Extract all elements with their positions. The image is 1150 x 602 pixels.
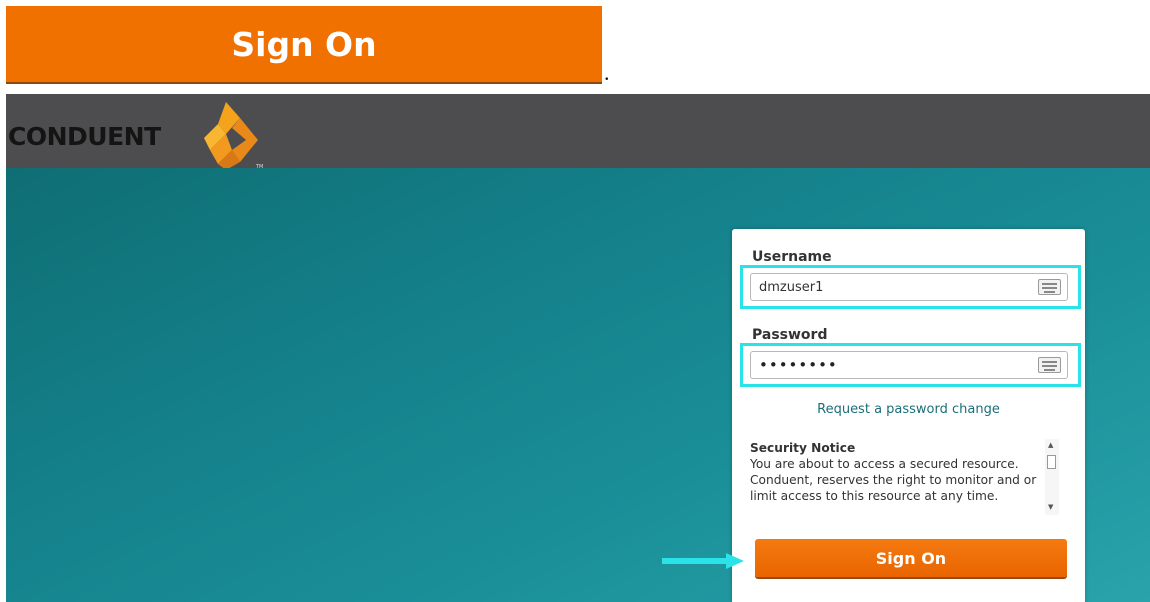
conduent-logo-icon: TM <box>204 102 263 170</box>
password-label: Password <box>752 327 828 343</box>
request-password-change-link[interactable]: Request a password change <box>732 402 1085 417</box>
password-highlight: •••••••• <box>740 343 1081 387</box>
username-value: dmzuser1 <box>759 279 824 295</box>
sign-on-button[interactable]: Sign On <box>755 539 1067 577</box>
scroll-up-icon[interactable]: ▲ <box>1048 441 1053 449</box>
brand-logo-text: CONDUENT <box>8 122 161 151</box>
top-bar: CONDUENT TM <box>6 94 1150 170</box>
security-notice-title: Security Notice <box>750 441 856 455</box>
username-highlight: dmzuser1 <box>740 265 1081 309</box>
keyboard-icon[interactable] <box>1038 357 1061 373</box>
username-input[interactable]: dmzuser1 <box>750 273 1068 301</box>
pointer-arrow-icon <box>662 553 744 569</box>
document-period: . <box>604 60 610 85</box>
security-notice: Security Notice You are about to access … <box>750 440 1050 518</box>
document-fragment: Sign On . <box>0 0 1150 92</box>
login-panel: Username dmzuser1 Password •••••••• Requ… <box>732 229 1085 602</box>
password-value: •••••••• <box>759 356 838 374</box>
scroll-thumb[interactable] <box>1047 455 1056 469</box>
scroll-down-icon[interactable]: ▼ <box>1048 503 1053 511</box>
login-screen: CONDUENT TM Username dmzuser1 Password •… <box>6 94 1150 602</box>
keyboard-icon[interactable] <box>1038 279 1061 295</box>
security-notice-text: You are about to access a secured resour… <box>750 457 1037 503</box>
notice-scrollbar[interactable]: ▲ ▼ <box>1045 439 1059 515</box>
username-label: Username <box>752 249 832 265</box>
sign-on-banner: Sign On <box>6 6 602 84</box>
password-input[interactable]: •••••••• <box>750 351 1068 379</box>
